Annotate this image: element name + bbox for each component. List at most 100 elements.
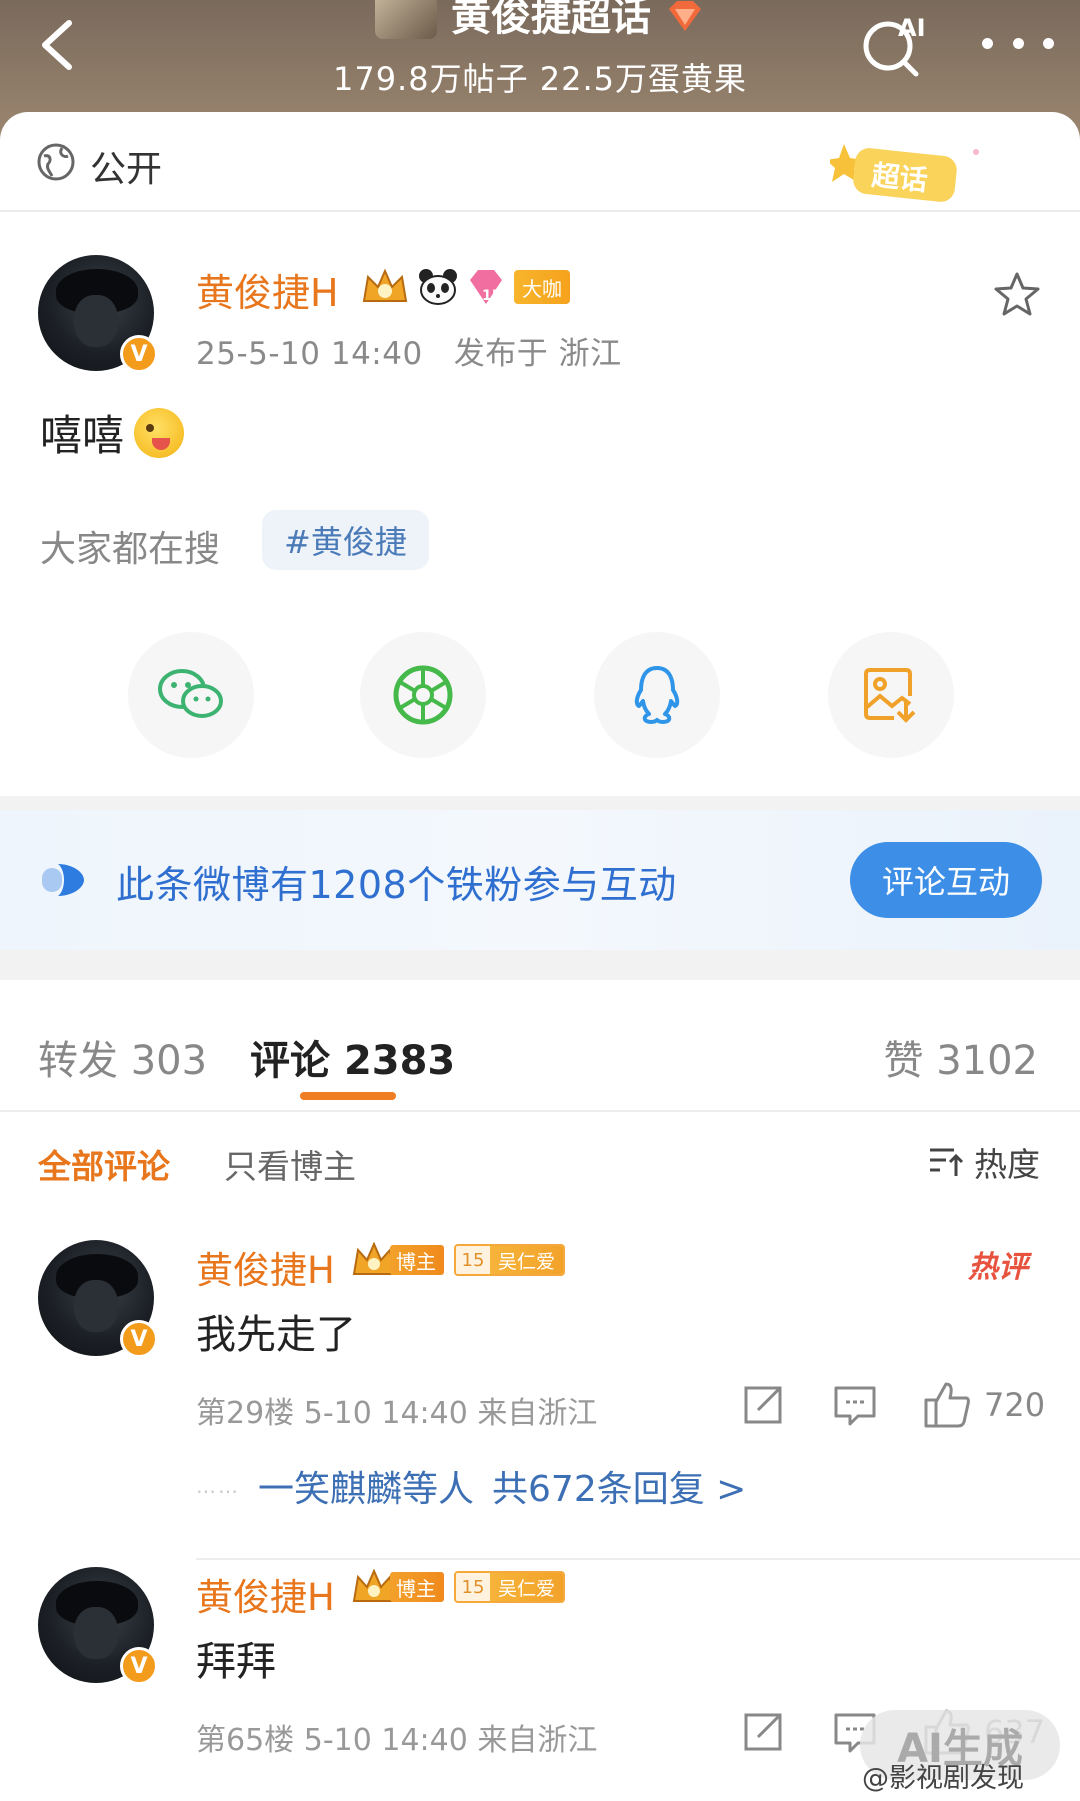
like-count: 3102 <box>936 1038 1038 1084</box>
post-tabs: 转发 303 评论 2383 赞 3102 <box>0 992 1080 1112</box>
comment-like-count: 720 <box>984 1386 1046 1424</box>
comment-count: 2383 <box>343 1038 456 1084</box>
avatar-face <box>74 1280 118 1332</box>
reply-comment-icon[interactable] <box>830 1380 880 1430</box>
comment-author-badges: 博主 15 吴仁爱 <box>350 1569 566 1605</box>
share-moments-button[interactable] <box>360 632 486 758</box>
verified-badge: V <box>120 1647 158 1685</box>
fan-group-level: 15 <box>456 1573 490 1601</box>
share-row <box>0 632 1080 762</box>
share-qq-button[interactable] <box>594 632 720 758</box>
more-options-button[interactable] <box>978 18 1058 68</box>
comment-meta: 第65楼 5-10 14:40 来自浙江 <box>196 1715 597 1759</box>
visibility-row: 公开 超话 <box>0 112 1080 212</box>
supertopic-tag-label: 超话 <box>870 159 929 198</box>
supertopic-stats: 179.8万帖子 22.5万蛋黄果 <box>300 54 780 100</box>
source-watermark: @影视剧发现 <box>862 1763 1024 1794</box>
comment-author-avatar[interactable]: V <box>38 1240 158 1358</box>
comment-time: 5-10 14:40 <box>303 1723 468 1758</box>
sort-label: 热度 <box>974 1145 1040 1184</box>
section-separator <box>0 950 1080 980</box>
comment-location: 来自浙江 <box>477 1723 598 1758</box>
trending-search-label: 大家都在搜 <box>40 529 221 570</box>
author-badges: 15 大咖 <box>360 267 570 307</box>
tab-comment[interactable]: 评论 2383 <box>250 1028 455 1086</box>
supertopic-tag-icon[interactable]: 超话 <box>830 142 990 204</box>
comment-author-avatar[interactable]: V <box>38 1567 158 1685</box>
post-content: 嘻嘻 <box>40 402 185 463</box>
fan-group-badge: 15 吴仁爱 <box>454 1244 566 1276</box>
host-badge-label: 博主 <box>390 1572 444 1602</box>
post-text: 嘻嘻 <box>40 411 125 460</box>
supertopic-thumbnail <box>375 0 437 39</box>
comment-author-name[interactable]: 黄俊捷H <box>196 1567 335 1621</box>
iron-fan-text: 此条微博有1208个铁粉参与互动 <box>116 863 677 907</box>
visibility-label: 公开 <box>90 149 163 190</box>
sort-icon <box>930 1148 964 1176</box>
more-dot-icon <box>982 37 993 49</box>
host-badge: 博主 <box>350 1569 444 1605</box>
active-tab-indicator <box>300 1092 396 1100</box>
qq-icon <box>634 666 680 724</box>
fan-group-name: 吴仁爱 <box>490 1573 564 1601</box>
back-button[interactable] <box>22 10 92 80</box>
repost-label: 转发 <box>38 1038 118 1084</box>
ai-search-icon: AI <box>863 14 926 77</box>
globe-icon <box>37 143 75 181</box>
fan-group-level: 15 <box>456 1246 490 1274</box>
comment-text: 我先走了 <box>196 1312 356 1358</box>
ai-label: AI <box>898 14 926 42</box>
verified-badge: V <box>120 335 158 373</box>
comment-floor: 第65楼 <box>196 1723 295 1758</box>
reply-count: 共672条回复 > <box>492 1469 747 1510</box>
supertopic-title-block[interactable]: 黄俊捷超话 179.8万帖子 22.5万蛋黄果 <box>300 0 780 100</box>
favorite-star-icon[interactable] <box>992 270 1042 320</box>
tab-repost[interactable]: 转发 303 <box>38 1028 207 1086</box>
panda-icon <box>419 269 457 305</box>
hot-comment-tag: 热评 <box>968 1250 1028 1285</box>
view-replies-link[interactable]: …… 一笑麒麟等人 共672条回复 > <box>196 1460 746 1512</box>
ai-search-button[interactable]: AI <box>858 8 928 78</box>
comment-text: 拜拜 <box>196 1639 276 1685</box>
host-badge-label: 博主 <box>390 1245 444 1275</box>
fan-level-number: 15 <box>482 288 501 304</box>
reply-summary: 一笑麒麟等人 <box>258 1469 475 1510</box>
comment-location: 来自浙江 <box>477 1396 598 1431</box>
crown-badge-icon <box>362 268 408 302</box>
comment-author-name[interactable]: 黄俊捷H <box>196 1240 335 1294</box>
more-dot-icon <box>1012 37 1024 49</box>
posts-count: 179.8万帖子 <box>332 60 529 98</box>
post-author-name[interactable]: 黄俊捷H <box>196 262 339 317</box>
verified-badge: V <box>120 1320 158 1358</box>
trending-search-chip[interactable]: #黄俊捷 <box>262 510 429 570</box>
save-image-button[interactable] <box>828 632 954 758</box>
post-author-avatar[interactable]: V <box>38 255 158 373</box>
chevron-left-icon <box>42 20 72 70</box>
fan-level-gem-icon: 15 <box>470 270 502 304</box>
share-wechat-button[interactable] <box>128 632 254 758</box>
save-image-icon <box>864 668 916 723</box>
post-meta: 25-5-10 14:40 发布于 浙江 <box>196 328 622 373</box>
thumbs-up-icon[interactable] <box>922 1380 972 1430</box>
fan-group-badge: 15 吴仁爱 <box>454 1571 566 1603</box>
host-badge: 博主 <box>350 1242 444 1278</box>
more-dot-icon <box>1043 37 1054 49</box>
fruit-count: 22.5万蛋黄果 <box>539 60 748 98</box>
comment-label: 评论 <box>250 1038 330 1084</box>
tongue-wink-emoji-icon <box>134 407 185 458</box>
repost-comment-icon[interactable] <box>738 1707 788 1757</box>
repost-comment-icon[interactable] <box>738 1380 788 1430</box>
filter-host-only[interactable]: 只看博主 <box>224 1140 356 1188</box>
comment-interact-button[interactable]: 评论互动 <box>850 842 1042 918</box>
iron-fan-icon <box>42 864 84 896</box>
rank-badge: 大咖 <box>514 270 570 304</box>
avatar-face <box>74 1607 118 1659</box>
comment-filter-row: 全部评论 只看博主 热度 <box>0 1122 1080 1202</box>
repost-count: 303 <box>130 1038 208 1084</box>
wechat-icon <box>158 669 223 718</box>
sort-hot-button[interactable]: 热度 <box>928 1138 1040 1186</box>
filter-all-comments[interactable]: 全部评论 <box>38 1140 170 1188</box>
supertopic-title: 黄俊捷超话 <box>451 0 651 40</box>
post-location: 发布于 浙江 <box>453 336 622 372</box>
tab-like[interactable]: 赞 3102 <box>883 1028 1038 1086</box>
